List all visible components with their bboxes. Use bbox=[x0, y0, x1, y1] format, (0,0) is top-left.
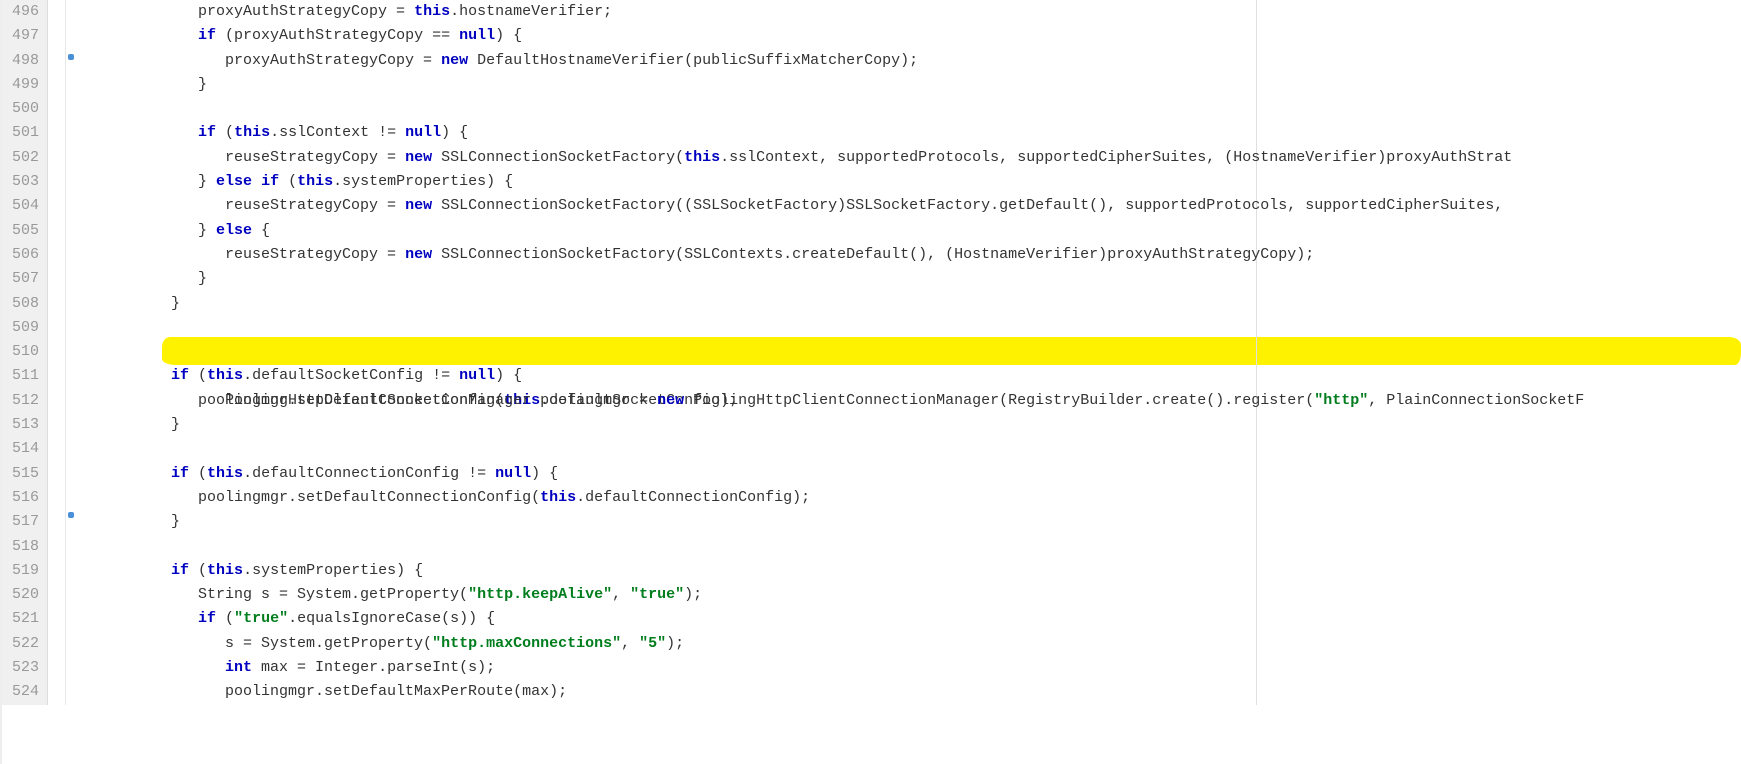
code-editor: 496 497 498 499 500 501 502 503 504 505 … bbox=[0, 0, 1741, 705]
code-line: poolingmgr.setDefaultMaxPerRoute(max); bbox=[90, 680, 1741, 704]
line-number[interactable]: 520 bbox=[4, 583, 39, 607]
code-line: if (this.sslContext != null) { bbox=[90, 121, 1741, 145]
code-content[interactable]: proxyAuthStrategyCopy = this.hostnameVer… bbox=[86, 0, 1741, 705]
code-line bbox=[90, 97, 1741, 121]
code-line bbox=[90, 437, 1741, 461]
line-number[interactable]: 521 bbox=[4, 607, 39, 631]
line-number[interactable]: 496 bbox=[4, 0, 39, 24]
bookmark-icon bbox=[68, 54, 74, 60]
line-number[interactable]: 524 bbox=[4, 680, 39, 704]
line-number[interactable]: 500 bbox=[4, 97, 39, 121]
code-line: if (this.defaultSocketConfig != null) { bbox=[90, 364, 1741, 388]
code-line-highlighted: PoolingHttpClientConnectionManager pooli… bbox=[90, 340, 1741, 364]
line-number[interactable]: 505 bbox=[4, 219, 39, 243]
fold-column[interactable] bbox=[48, 0, 66, 705]
code-line: } bbox=[90, 73, 1741, 97]
code-line: if (proxyAuthStrategyCopy == null) { bbox=[90, 24, 1741, 48]
code-line: proxyAuthStrategyCopy = new DefaultHostn… bbox=[90, 49, 1741, 73]
line-number[interactable]: 522 bbox=[4, 632, 39, 656]
code-line: if (this.defaultConnectionConfig != null… bbox=[90, 462, 1741, 486]
line-number[interactable]: 515 bbox=[4, 462, 39, 486]
code-line bbox=[90, 535, 1741, 559]
code-line: if ("true".equalsIgnoreCase(s)) { bbox=[90, 607, 1741, 631]
line-number[interactable]: 517 bbox=[4, 510, 39, 534]
line-number[interactable]: 523 bbox=[4, 656, 39, 680]
line-number[interactable]: 497 bbox=[4, 24, 39, 48]
line-number[interactable]: 510 bbox=[4, 340, 39, 364]
line-number[interactable]: 501 bbox=[4, 121, 39, 145]
line-number[interactable]: 508 bbox=[4, 292, 39, 316]
line-number-gutter[interactable]: 496 497 498 499 500 501 502 503 504 505 … bbox=[0, 0, 48, 705]
line-number[interactable]: 503 bbox=[4, 170, 39, 194]
line-number[interactable]: 499 bbox=[4, 73, 39, 97]
code-line bbox=[90, 316, 1741, 340]
code-line: s = System.getProperty("http.maxConnecti… bbox=[90, 632, 1741, 656]
code-line: } bbox=[90, 413, 1741, 437]
bookmark-icon bbox=[68, 512, 74, 518]
code-line: reuseStrategyCopy = new SSLConnectionSoc… bbox=[90, 194, 1741, 218]
code-line: if (this.systemProperties) { bbox=[90, 559, 1741, 583]
line-number[interactable]: 511 bbox=[4, 364, 39, 388]
breakpoint-column[interactable] bbox=[66, 0, 86, 705]
code-line: reuseStrategyCopy = new SSLConnectionSoc… bbox=[90, 146, 1741, 170]
line-number[interactable]: 509 bbox=[4, 316, 39, 340]
left-border bbox=[0, 0, 2, 764]
code-line: } bbox=[90, 267, 1741, 291]
code-line: } else if (this.systemProperties) { bbox=[90, 170, 1741, 194]
line-number[interactable]: 504 bbox=[4, 194, 39, 218]
line-number[interactable]: 518 bbox=[4, 535, 39, 559]
highlight-marker bbox=[162, 337, 1741, 365]
line-number[interactable]: 506 bbox=[4, 243, 39, 267]
line-number[interactable]: 514 bbox=[4, 437, 39, 461]
line-number[interactable]: 512 bbox=[4, 389, 39, 413]
code-line: reuseStrategyCopy = new SSLConnectionSoc… bbox=[90, 243, 1741, 267]
line-number[interactable]: 498 bbox=[4, 49, 39, 73]
code-line: String s = System.getProperty("http.keep… bbox=[90, 583, 1741, 607]
line-number[interactable]: 502 bbox=[4, 146, 39, 170]
line-number[interactable]: 507 bbox=[4, 267, 39, 291]
code-line: } else { bbox=[90, 219, 1741, 243]
code-line: poolingmgr.setDefaultConnectionConfig(th… bbox=[90, 486, 1741, 510]
line-number[interactable]: 519 bbox=[4, 559, 39, 583]
line-number[interactable]: 513 bbox=[4, 413, 39, 437]
line-number[interactable]: 516 bbox=[4, 486, 39, 510]
code-line: proxyAuthStrategyCopy = this.hostnameVer… bbox=[90, 0, 1741, 24]
code-line: } bbox=[90, 292, 1741, 316]
code-line: int max = Integer.parseInt(s); bbox=[90, 656, 1741, 680]
code-line: } bbox=[90, 510, 1741, 534]
